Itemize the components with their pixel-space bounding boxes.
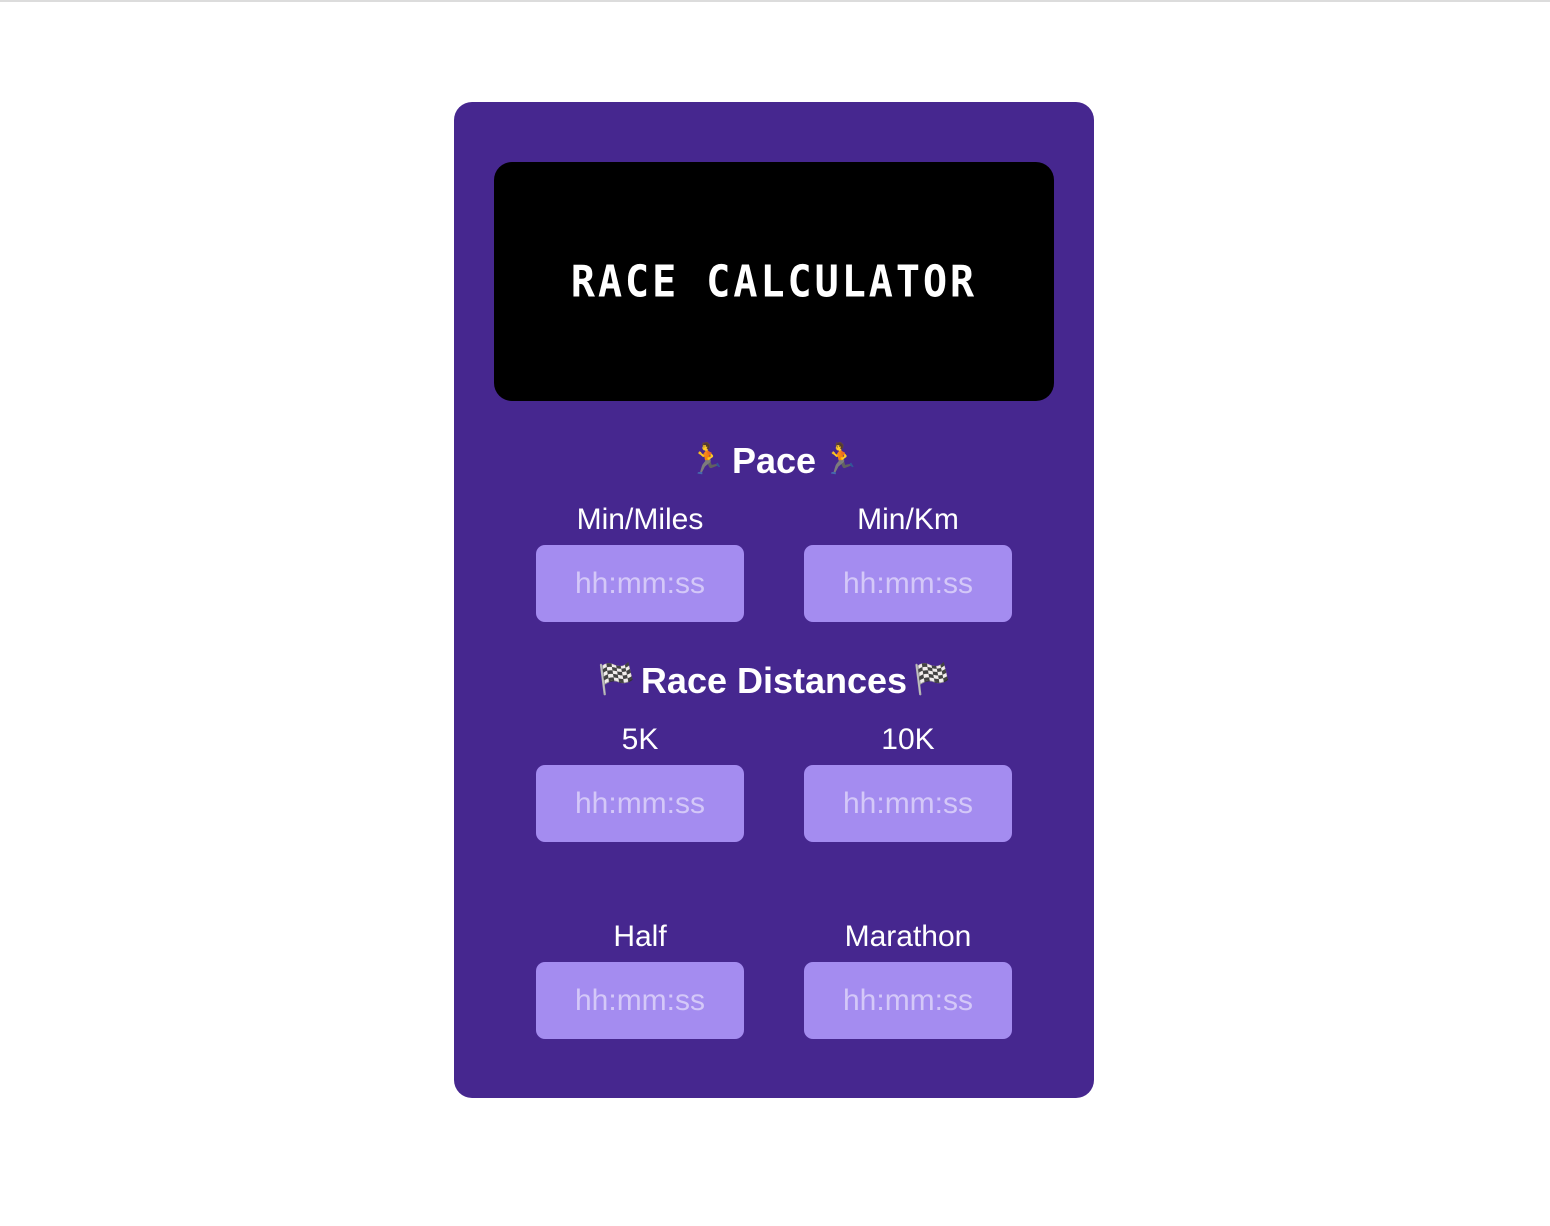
checkered-flag-icon: 🏁	[597, 663, 635, 697]
half-input[interactable]	[536, 962, 744, 1039]
pace-heading-text: Pace	[731, 440, 817, 481]
browser-top-border	[0, 0, 1550, 2]
app-title: RACE CALCULATOR	[570, 256, 978, 307]
min-per-mile-input[interactable]	[536, 545, 744, 622]
5k-input[interactable]	[536, 765, 744, 842]
min-per-mile-label: Min/Miles	[576, 503, 704, 536]
min-per-km-label: Min/Km	[857, 503, 959, 536]
half-marathon-field: Half	[536, 920, 744, 1039]
race-distances-heading: 🏁 Race Distances 🏁	[454, 661, 1094, 703]
min-per-km-field: Min/Km	[804, 503, 1012, 622]
pace-heading: 🏃 Pace 🏃	[454, 441, 1094, 483]
10k-label: 10K	[881, 723, 935, 756]
min-per-mile-field: Min/Miles	[536, 503, 744, 622]
10k-input[interactable]	[804, 765, 1012, 842]
5k-label: 5K	[621, 723, 659, 756]
checkered-flag-icon: 🏁	[913, 663, 951, 697]
marathon-input[interactable]	[804, 962, 1012, 1039]
half-label: Half	[613, 920, 667, 953]
runner-icon: 🏃	[822, 443, 860, 477]
marathon-label: Marathon	[844, 920, 972, 953]
title-display: RACE CALCULATOR	[494, 162, 1054, 401]
5k-field: 5K	[536, 723, 744, 842]
marathon-field: Marathon	[804, 920, 1012, 1039]
race-distances-heading-text: Race Distances	[640, 660, 908, 701]
10k-field: 10K	[804, 723, 1012, 842]
min-per-km-input[interactable]	[804, 545, 1012, 622]
calculator-card: RACE CALCULATOR 🏃Pace🏃 Min/Miles Min/Km …	[454, 102, 1094, 1098]
runner-icon: 🏃	[688, 443, 726, 477]
